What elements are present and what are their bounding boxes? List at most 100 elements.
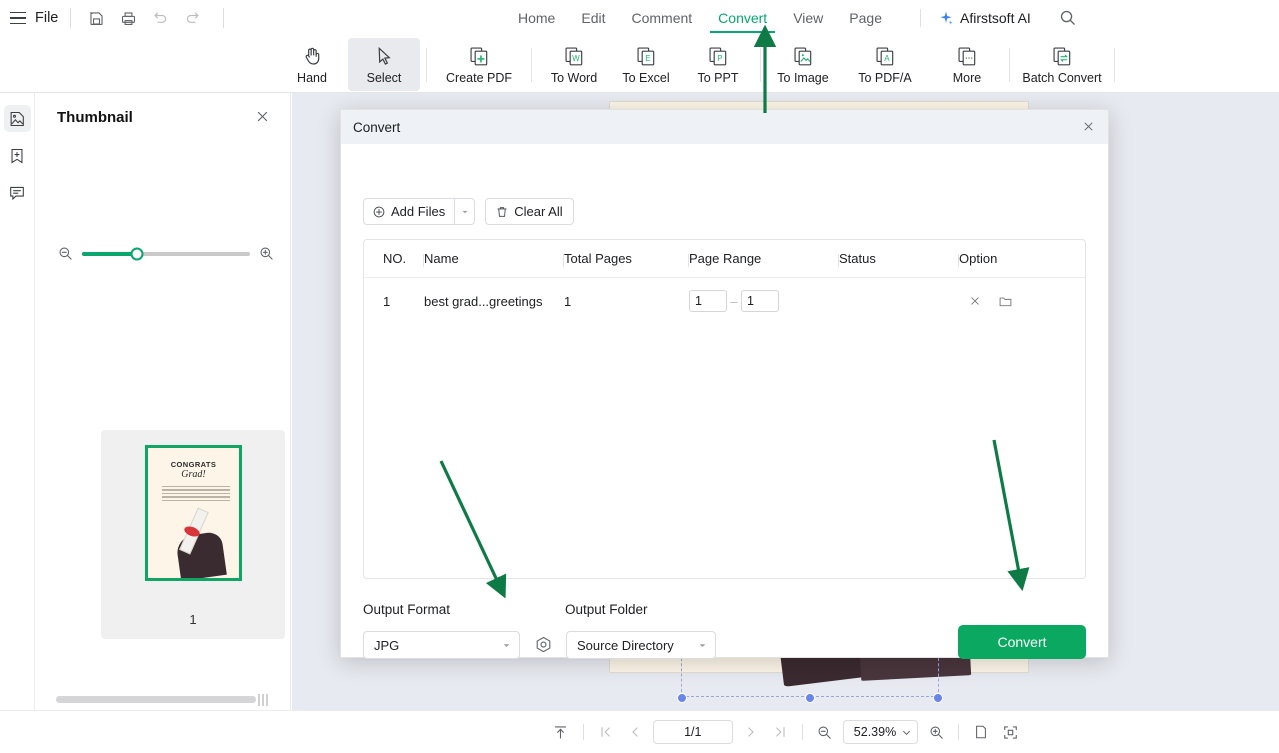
- menu-divider: [920, 9, 921, 27]
- to-excel-icon: E: [636, 46, 654, 65]
- ribbon-to-word[interactable]: W To Word: [538, 38, 610, 91]
- file-menu-label[interactable]: File: [35, 10, 58, 26]
- last-page-icon[interactable]: [769, 721, 791, 743]
- thumbnail-horizontal-scrollbar[interactable]: [56, 696, 280, 704]
- clear-all-button[interactable]: Clear All: [485, 198, 574, 225]
- status-divider-3: [958, 724, 960, 740]
- output-format-select[interactable]: JPG: [363, 631, 520, 659]
- fit-page-top-icon[interactable]: [550, 721, 572, 743]
- close-icon[interactable]: [254, 108, 272, 126]
- dialog-title: Convert: [353, 119, 401, 135]
- page-range-from-input[interactable]: [689, 290, 727, 312]
- ribbon-divider: [760, 47, 761, 82]
- ribbon-to-image[interactable]: To Image: [767, 38, 839, 91]
- tab-home[interactable]: Home: [518, 0, 555, 36]
- trash-icon: [497, 206, 507, 217]
- save-icon[interactable]: [83, 5, 109, 31]
- ribbon-select-tool[interactable]: Select: [348, 38, 420, 91]
- create-pdf-icon: [469, 46, 487, 65]
- output-folder-label: Output Folder: [565, 602, 648, 617]
- afirstsoft-ai-button[interactable]: Afirstsoft AI: [938, 0, 1031, 36]
- ribbon-to-excel[interactable]: E To Excel: [610, 38, 682, 91]
- to-image-icon: [793, 46, 811, 65]
- panel-resize-grip[interactable]: [258, 694, 268, 706]
- page-range-to-input[interactable]: [741, 290, 779, 312]
- output-folder-select[interactable]: Source Directory: [566, 631, 716, 659]
- add-files-button[interactable]: Add Files: [363, 198, 455, 225]
- tab-convert[interactable]: Convert: [710, 0, 776, 36]
- main-menu-icon[interactable]: [10, 11, 26, 25]
- column-header-name: Name: [424, 251, 564, 267]
- search-icon[interactable]: [1058, 8, 1078, 28]
- title-bar: File Home Edit Comment Convert View Page…: [0, 0, 1279, 36]
- selection-handle[interactable]: [677, 693, 687, 703]
- format-settings-gear-icon[interactable]: [531, 633, 555, 657]
- undo-icon[interactable]: [147, 5, 173, 31]
- add-files-dropdown-button[interactable]: [454, 198, 476, 225]
- zoom-in-icon[interactable]: [925, 721, 947, 743]
- first-page-icon[interactable]: [595, 721, 617, 743]
- column-header-no: NO.: [364, 251, 424, 267]
- convert-button[interactable]: Convert: [958, 625, 1086, 659]
- ribbon-to-pdfa[interactable]: A To PDF/A: [839, 38, 931, 91]
- zoom-out-icon[interactable]: [814, 721, 836, 743]
- thumb-card-text-lines: [162, 486, 230, 503]
- table-row[interactable]: 1 best grad...greetings 1 –: [364, 278, 1085, 324]
- tab-comment[interactable]: Comment: [631, 0, 692, 36]
- cell-file-name: best grad...greetings: [424, 293, 543, 309]
- slider-handle[interactable]: [130, 247, 144, 260]
- single-page-view-icon[interactable]: [970, 721, 992, 743]
- page-thumbnail-image[interactable]: CONGRATS Grad!: [145, 445, 242, 581]
- ribbon-hand-tool[interactable]: Hand: [276, 38, 348, 91]
- comment-list-icon[interactable]: [4, 179, 31, 206]
- page-thumbnail-card[interactable]: CONGRATS Grad! 1: [101, 430, 285, 639]
- object-selection-box[interactable]: [677, 653, 943, 703]
- fit-screen-icon[interactable]: [999, 721, 1021, 743]
- next-page-icon[interactable]: [740, 721, 762, 743]
- sparkle-icon: [940, 11, 953, 25]
- remove-file-icon[interactable]: [965, 291, 985, 311]
- bookmark-add-icon[interactable]: [4, 142, 31, 169]
- tab-page[interactable]: Page: [849, 0, 882, 36]
- ribbon-more[interactable]: More: [931, 38, 1003, 91]
- thumbnail-title: Thumbnail: [57, 108, 133, 126]
- to-pdfa-icon: A: [875, 46, 893, 65]
- dialog-body: Add Files Clear All NO. Name Total Pages…: [341, 144, 1108, 659]
- ribbon-create-pdf[interactable]: Create PDF: [433, 38, 525, 91]
- previous-page-icon[interactable]: [624, 721, 646, 743]
- ribbon-label: More: [952, 70, 982, 85]
- ribbon-label: To PDF/A: [858, 70, 912, 85]
- convert-dialog[interactable]: Convert Add Files Clear All NO. Name Tot…: [340, 109, 1109, 659]
- cell-option: [959, 291, 1069, 311]
- scrollbar-thumb[interactable]: [56, 696, 256, 703]
- page-indicator-input[interactable]: 1/1: [652, 720, 733, 744]
- redo-icon[interactable]: [179, 5, 205, 31]
- thumbnail-zoom-slider[interactable]: [82, 247, 250, 260]
- ribbon-batch-convert[interactable]: Batch Convert: [1016, 38, 1108, 91]
- zoom-out-icon[interactable]: [57, 245, 74, 262]
- ribbon-label: To Excel: [622, 70, 670, 85]
- open-folder-icon[interactable]: [995, 291, 1015, 311]
- tab-view[interactable]: View: [793, 0, 823, 36]
- selection-handle[interactable]: [933, 693, 943, 703]
- ribbon-to-ppt[interactable]: P To PPT: [682, 38, 754, 91]
- ribbon-divider: [531, 47, 532, 82]
- tab-edit[interactable]: Edit: [581, 0, 605, 36]
- cell-total-pages: 1: [564, 293, 572, 309]
- page-number-label: 1: [189, 612, 197, 627]
- thumbnail-zoom-control: [57, 245, 275, 262]
- svg-text:A: A: [884, 53, 890, 62]
- svg-text:W: W: [572, 53, 580, 62]
- output-format-value: JPG: [374, 637, 400, 653]
- selection-handle[interactable]: [805, 693, 815, 703]
- status-bar: 1/1 52.39%: [292, 710, 1279, 753]
- output-controls-row: JPG Source Directory Convert: [363, 625, 1086, 659]
- toolbar-divider: [70, 8, 72, 28]
- column-header-option: Option: [959, 251, 998, 266]
- zoom-level-select[interactable]: 52.39%: [842, 720, 919, 744]
- zoom-in-icon[interactable]: [258, 245, 275, 262]
- print-icon[interactable]: [115, 5, 141, 31]
- zoom-level-value: 52.39%: [853, 725, 897, 739]
- thumbnail-panel-icon[interactable]: [3, 105, 31, 132]
- close-icon[interactable]: [1081, 119, 1097, 135]
